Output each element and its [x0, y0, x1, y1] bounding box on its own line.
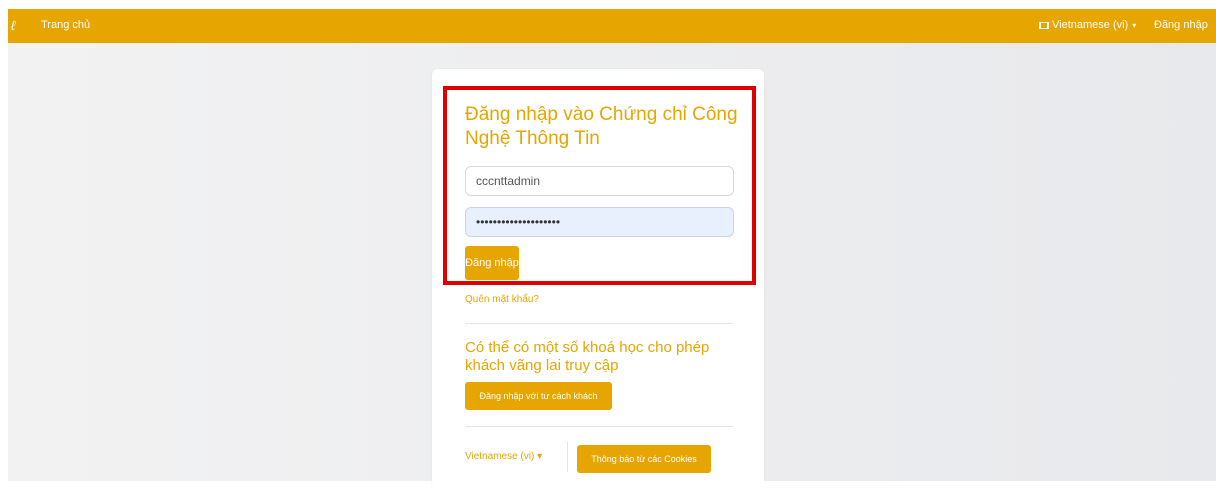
login-title: Đăng nhập vào Chứng chỉ Công Nghệ Thông … — [465, 104, 738, 149]
top-navbar: ℓ Trang chủ Vietnamese (vi) ▾ Đăng nhập — [8, 9, 1216, 43]
cookies-notice-button[interactable]: Thông báo từ các Cookies — [577, 445, 711, 473]
forgot-password-link[interactable]: Quên mật khẩu? — [465, 294, 539, 305]
divider — [465, 323, 733, 324]
footer-language-label: Vietnamese (vi) — [465, 451, 535, 462]
navbar-login-link[interactable]: Đăng nhập — [1154, 19, 1208, 31]
divider — [465, 426, 733, 427]
language-flag-icon — [1039, 21, 1049, 29]
password-field[interactable]: •••••••••••••••••••• — [465, 207, 734, 237]
home-link[interactable]: Trang chủ — [41, 19, 90, 31]
guest-access-title: Có thể có một số khoá học cho phép khách… — [465, 339, 710, 374]
chevron-down-icon: ▾ — [537, 451, 543, 462]
guest-login-button[interactable]: Đăng nhập với tư cách khách — [465, 382, 612, 410]
chevron-down-icon: ▾ — [1132, 20, 1137, 30]
language-menu[interactable]: Vietnamese (vi) ▾ — [1039, 19, 1136, 31]
language-menu-label: Vietnamese (vi) — [1052, 19, 1129, 31]
vertical-divider — [567, 442, 568, 472]
logo-icon[interactable]: ℓ — [11, 17, 25, 35]
footer-language-selector[interactable]: Vietnamese (vi) ▾ — [465, 451, 542, 462]
username-field[interactable]: cccnttadmin — [465, 166, 734, 196]
login-button[interactable]: Đăng nhập — [465, 246, 519, 280]
